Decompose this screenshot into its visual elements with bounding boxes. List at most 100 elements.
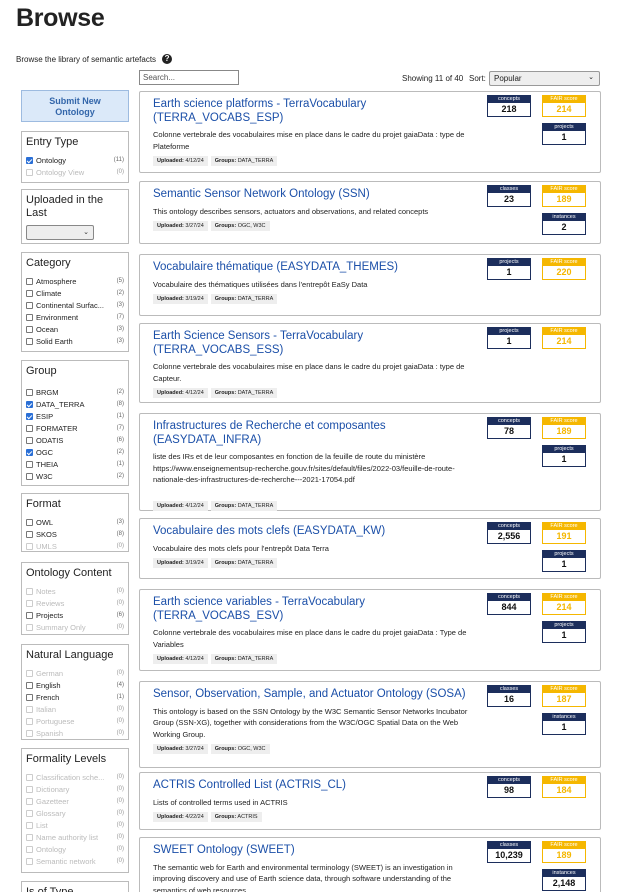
ontology-title-link[interactable]: Vocabulaire thématique (EASYDATA_THEMES) <box>153 261 473 275</box>
checkbox[interactable] <box>26 518 33 526</box>
ontology-title-link[interactable]: ACTRIS Controlled List (ACTRIS_CL) <box>153 779 473 793</box>
groups-tag: Groups: DATA_TERRA <box>210 294 278 304</box>
groups-value: OGC, W3C <box>237 746 266 752</box>
filter-option[interactable]: THEIA (1) <box>26 458 124 470</box>
ontology-title-link[interactable]: Infrastructures de Recherche et composan… <box>153 420 473 447</box>
filter-option[interactable]: SKOS (8) <box>26 528 124 540</box>
metric-label: concepts <box>488 523 530 530</box>
ontology-title-link[interactable]: Vocabulaire des mots clefs (EASYDATA_KW) <box>153 525 473 539</box>
checkbox[interactable] <box>26 436 33 444</box>
search-input[interactable] <box>139 70 239 85</box>
ontology-card: Earth Science Sensors - TerraVocabulary … <box>139 323 601 403</box>
filter-option-label: Ocean <box>36 324 59 334</box>
filter-option[interactable]: Continental Surfac... (3) <box>26 299 124 311</box>
filter-option: Glossary (0) <box>26 807 124 819</box>
ontology-title-link[interactable]: Earth science platforms - TerraVocabular… <box>153 98 473 125</box>
filter-option-label: French <box>36 692 60 702</box>
filter-option-label: W3C <box>36 471 53 481</box>
filter-option-label: Gazetteer <box>36 796 69 806</box>
filter-option[interactable]: Environment (7) <box>26 311 124 323</box>
filter-is-of-type: Is of Type <box>21 881 129 892</box>
sort-select[interactable]: Popular ⌄ <box>489 71 600 86</box>
fair-score-box: FAIR score 187 <box>542 685 586 707</box>
uploaded-label: Uploaded: <box>157 503 184 509</box>
uploaded-label: Uploaded: <box>157 158 184 164</box>
metric-box: classes 23 <box>487 185 531 207</box>
filter-option-label: Name authority list <box>36 832 99 842</box>
checkbox[interactable] <box>26 611 33 619</box>
filter-option[interactable]: OWL (3) <box>26 516 124 528</box>
fair-score-value: 214 <box>556 602 572 612</box>
filter-option: Notes (0) <box>26 585 124 597</box>
ontology-title-link[interactable]: Earth science variables - TerraVocabular… <box>153 596 473 623</box>
fair-score-value: 214 <box>556 104 572 114</box>
filter-option[interactable]: Ontology (11) <box>26 154 124 166</box>
uploaded-date: 4/12/24 <box>185 158 204 164</box>
checkbox[interactable] <box>26 424 33 432</box>
uploaded-date: 3/27/24 <box>185 223 204 229</box>
filter-option[interactable]: W3C (2) <box>26 470 124 482</box>
fair-score-value: 220 <box>556 267 572 277</box>
uploaded-range-select[interactable]: ⌄ <box>26 225 94 240</box>
checkbox[interactable] <box>26 337 33 345</box>
filter-option[interactable]: Climate (2) <box>26 287 124 299</box>
filter-option[interactable]: Atmosphere (5) <box>26 275 124 287</box>
filter-option-count: (2) <box>116 473 124 479</box>
filter-option[interactable]: French (1) <box>26 691 124 703</box>
fair-score-label: FAIR score <box>543 186 585 193</box>
ontology-title-link[interactable]: SWEET Ontology (SWEET) <box>153 844 473 858</box>
checkbox[interactable] <box>26 289 33 297</box>
ontology-title-link[interactable]: Sensor, Observation, Sample, and Actuato… <box>153 688 473 702</box>
filter-option[interactable]: OGC (2) <box>26 446 124 458</box>
filter-option-label: Summary Only <box>36 622 86 632</box>
ontology-description: Lists of controlled terms used in ACTRIS <box>153 797 288 807</box>
checkbox <box>26 833 33 841</box>
ontology-card: Vocabulaire thématique (EASYDATA_THEMES)… <box>139 254 601 316</box>
checkbox[interactable] <box>26 277 33 285</box>
filter-option[interactable]: Projects (6) <box>26 609 124 621</box>
fair-score-box: FAIR score 214 <box>542 327 586 349</box>
ontology-title-link[interactable]: Semantic Sensor Network Ontology (SSN) <box>153 188 473 202</box>
filter-format: Format OWL (3) SKOS (8) UMLS (0) <box>21 493 129 552</box>
checkbox[interactable] <box>26 412 33 420</box>
checkbox <box>26 809 33 817</box>
checkbox[interactable] <box>26 156 33 164</box>
filter-option-label: Spanish <box>36 728 64 738</box>
checkbox[interactable] <box>26 388 33 396</box>
filter-option[interactable]: FORMATER (7) <box>26 422 124 434</box>
checkbox[interactable] <box>26 693 33 701</box>
checkbox[interactable] <box>26 448 33 456</box>
checkbox[interactable] <box>26 681 33 689</box>
filter-option-count: (0) <box>116 543 124 549</box>
fair-score-box: FAIR score 220 <box>542 258 586 280</box>
filter-option[interactable]: ODATIS (6) <box>26 434 124 446</box>
submit-ontology-button[interactable]: Submit New Ontology <box>21 90 129 122</box>
checkbox[interactable] <box>26 460 33 468</box>
filter-option[interactable]: Ocean (3) <box>26 323 124 335</box>
filter-option[interactable]: BRGM (2) <box>26 386 124 398</box>
filter-option-count: (2) <box>116 389 124 395</box>
checkbox[interactable] <box>26 325 33 333</box>
ontology-title-link[interactable]: Earth Science Sensors - TerraVocabulary … <box>153 330 473 357</box>
ontology-description: Colonne vertebrale des vocabulaires mise… <box>153 130 465 151</box>
checkbox[interactable] <box>26 400 33 408</box>
metric-label: projects <box>488 259 530 266</box>
filter-option[interactable]: DATA_TERRA (8) <box>26 398 124 410</box>
help-icon[interactable]: ? <box>162 54 173 64</box>
checkbox[interactable] <box>26 301 33 309</box>
filter-option: Reviews (0) <box>26 597 124 609</box>
fair-score-box: FAIR score 214 <box>542 593 586 615</box>
metric-value: 10,239 <box>495 850 523 860</box>
secondary-metric-value: 1 <box>561 132 567 142</box>
filter-option-label: Environment <box>36 312 79 322</box>
checkbox[interactable] <box>26 313 33 321</box>
fair-score-label: FAIR score <box>543 96 585 103</box>
filter-option[interactable]: Solid Earth (3) <box>26 335 124 347</box>
filter-option[interactable]: ESIP (1) <box>26 410 124 422</box>
checkbox[interactable] <box>26 530 33 538</box>
metric-value: 98 <box>503 785 514 795</box>
filter-is-of-type-title: Is of Type <box>26 886 74 892</box>
checkbox[interactable] <box>26 472 33 480</box>
filter-option[interactable]: English (4) <box>26 679 124 691</box>
checkbox <box>26 857 33 865</box>
